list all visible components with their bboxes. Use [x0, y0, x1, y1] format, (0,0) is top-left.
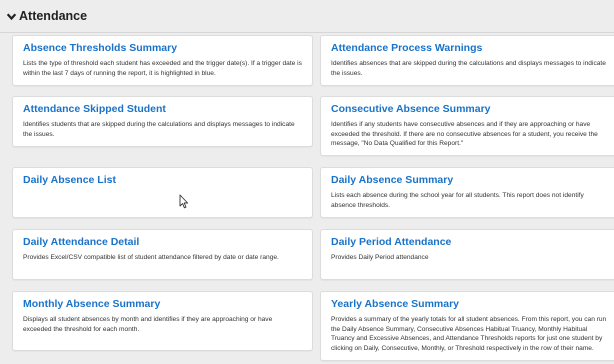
chevron-down-icon: [6, 13, 17, 20]
attendance-section-header[interactable]: Attendance: [0, 0, 614, 33]
report-title-link[interactable]: Yearly Absence Summary: [331, 298, 609, 310]
report-title-link[interactable]: Attendance Skipped Student: [23, 103, 302, 115]
report-description: Provides Excel/CSV compatible list of st…: [23, 254, 279, 261]
report-card-attendance-skipped-student[interactable]: Attendance Skipped Student Identifies st…: [12, 96, 313, 147]
report-description: Identifies students that are skipped dur…: [23, 121, 295, 138]
report-card-yearly-absence-summary[interactable]: Yearly Absence Summary Provides a summar…: [320, 291, 614, 361]
report-description: Lists the type of threshold each student…: [23, 60, 302, 77]
report-title-link[interactable]: Daily Period Attendance: [331, 236, 609, 248]
report-description: Provides a summary of the yearly totals …: [331, 316, 607, 352]
report-description: Identifies if any students have consecut…: [331, 121, 598, 147]
report-card-monthly-absence-summary[interactable]: Monthly Absence Summary Displays all stu…: [12, 291, 313, 351]
report-description: Lists each absence during the school yea…: [331, 192, 584, 209]
report-card-daily-absence-summary[interactable]: Daily Absence Summary Lists each absence…: [320, 167, 614, 218]
report-description: Displays all student absences by month a…: [23, 316, 273, 333]
report-title-link[interactable]: Daily Attendance Detail: [23, 236, 302, 248]
report-title-link[interactable]: Daily Absence List: [23, 174, 302, 186]
report-card-daily-period-attendance[interactable]: Daily Period Attendance Provides Daily P…: [320, 229, 614, 280]
report-card-daily-absence-list[interactable]: Daily Absence List: [12, 167, 313, 218]
report-title-link[interactable]: Attendance Process Warnings: [331, 42, 609, 54]
report-title-link[interactable]: Absence Thresholds Summary: [23, 42, 302, 54]
report-card-daily-attendance-detail[interactable]: Daily Attendance Detail Provides Excel/C…: [12, 229, 313, 280]
report-card-consecutive-absence-summary[interactable]: Consecutive Absence Summary Identifies i…: [320, 96, 614, 156]
report-description: Provides Daily Period attendance: [331, 254, 429, 261]
report-title-link[interactable]: Monthly Absence Summary: [23, 298, 302, 310]
report-card-attendance-process-warnings[interactable]: Attendance Process Warnings Identifies a…: [320, 35, 614, 86]
report-title-link[interactable]: Daily Absence Summary: [331, 174, 609, 186]
report-card-absence-thresholds-summary[interactable]: Absence Thresholds Summary Lists the typ…: [12, 35, 313, 86]
report-title-link[interactable]: Consecutive Absence Summary: [331, 103, 609, 115]
section-title: Attendance: [19, 9, 88, 23]
mouse-pointer-icon: [179, 194, 189, 209]
report-description: Identifies absences that are skipped dur…: [331, 60, 606, 77]
